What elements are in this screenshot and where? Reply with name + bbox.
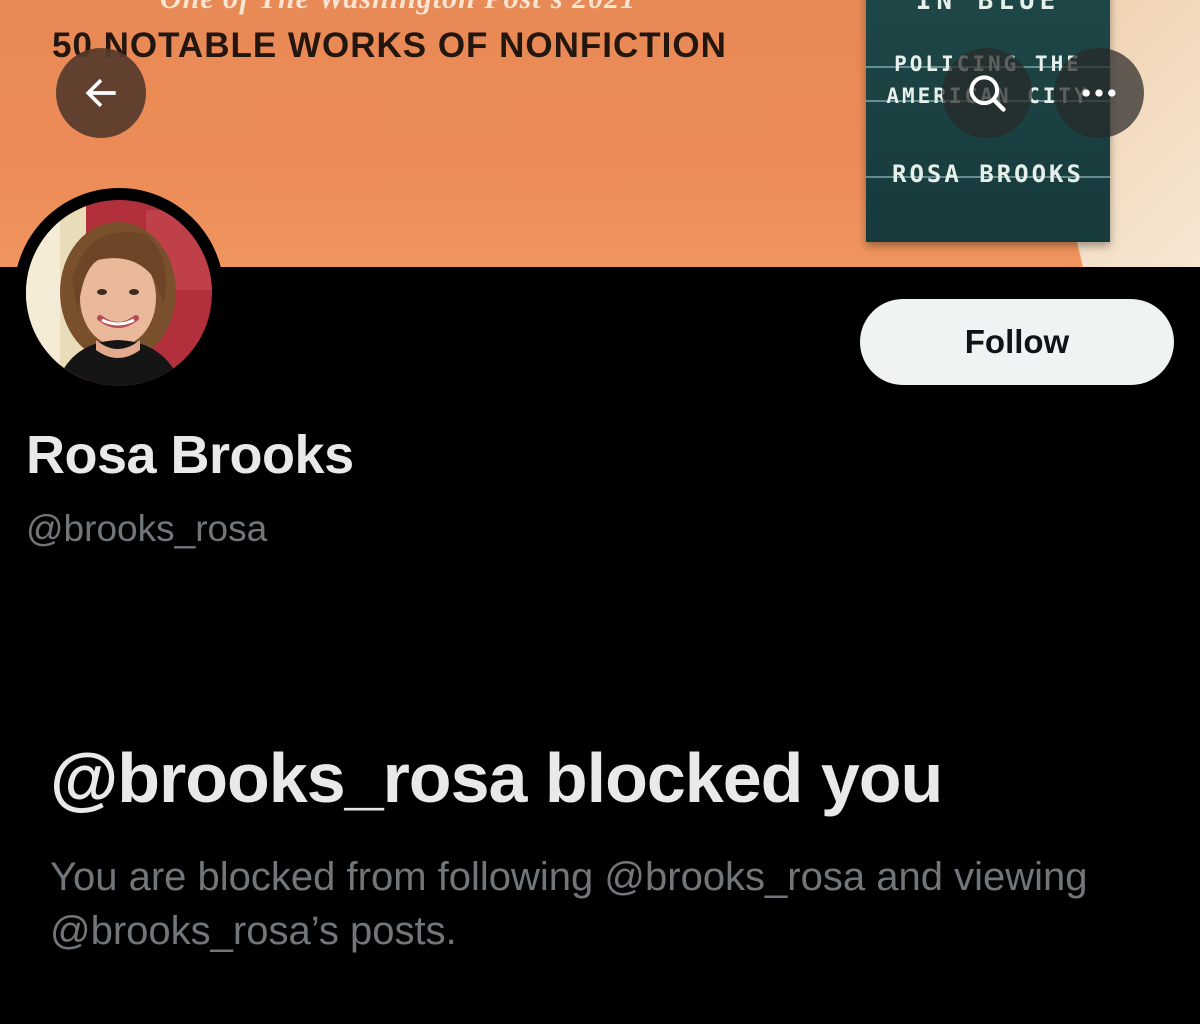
more-horizontal-icon — [1082, 89, 1116, 97]
follow-button[interactable]: Follow — [860, 299, 1174, 385]
book-author: ROSA BROOKS — [892, 160, 1084, 188]
arrow-left-icon — [85, 78, 116, 108]
avatar-photo — [26, 200, 212, 386]
display-name: Rosa Brooks — [26, 425, 354, 485]
search-icon — [969, 75, 1006, 112]
banner-topline: One of The Washington Post's 2021 — [160, 0, 720, 16]
profile-page: One of The Washington Post's 2021 50 NOT… — [0, 0, 1200, 1024]
profile-handle: @brooks_rosa — [26, 508, 268, 549]
back-button[interactable] — [56, 48, 146, 138]
avatar[interactable] — [26, 200, 212, 386]
book-title: IN BLUE — [915, 0, 1061, 16]
search-button[interactable] — [942, 48, 1032, 138]
more-options-button[interactable] — [1054, 48, 1144, 138]
blocked-description: You are blocked from following @brooks_r… — [50, 855, 1088, 953]
blocked-title: @brooks_rosa blocked you — [50, 739, 943, 817]
banner-headline: 50 NOTABLE WORKS OF NONFICTION — [52, 26, 727, 65]
